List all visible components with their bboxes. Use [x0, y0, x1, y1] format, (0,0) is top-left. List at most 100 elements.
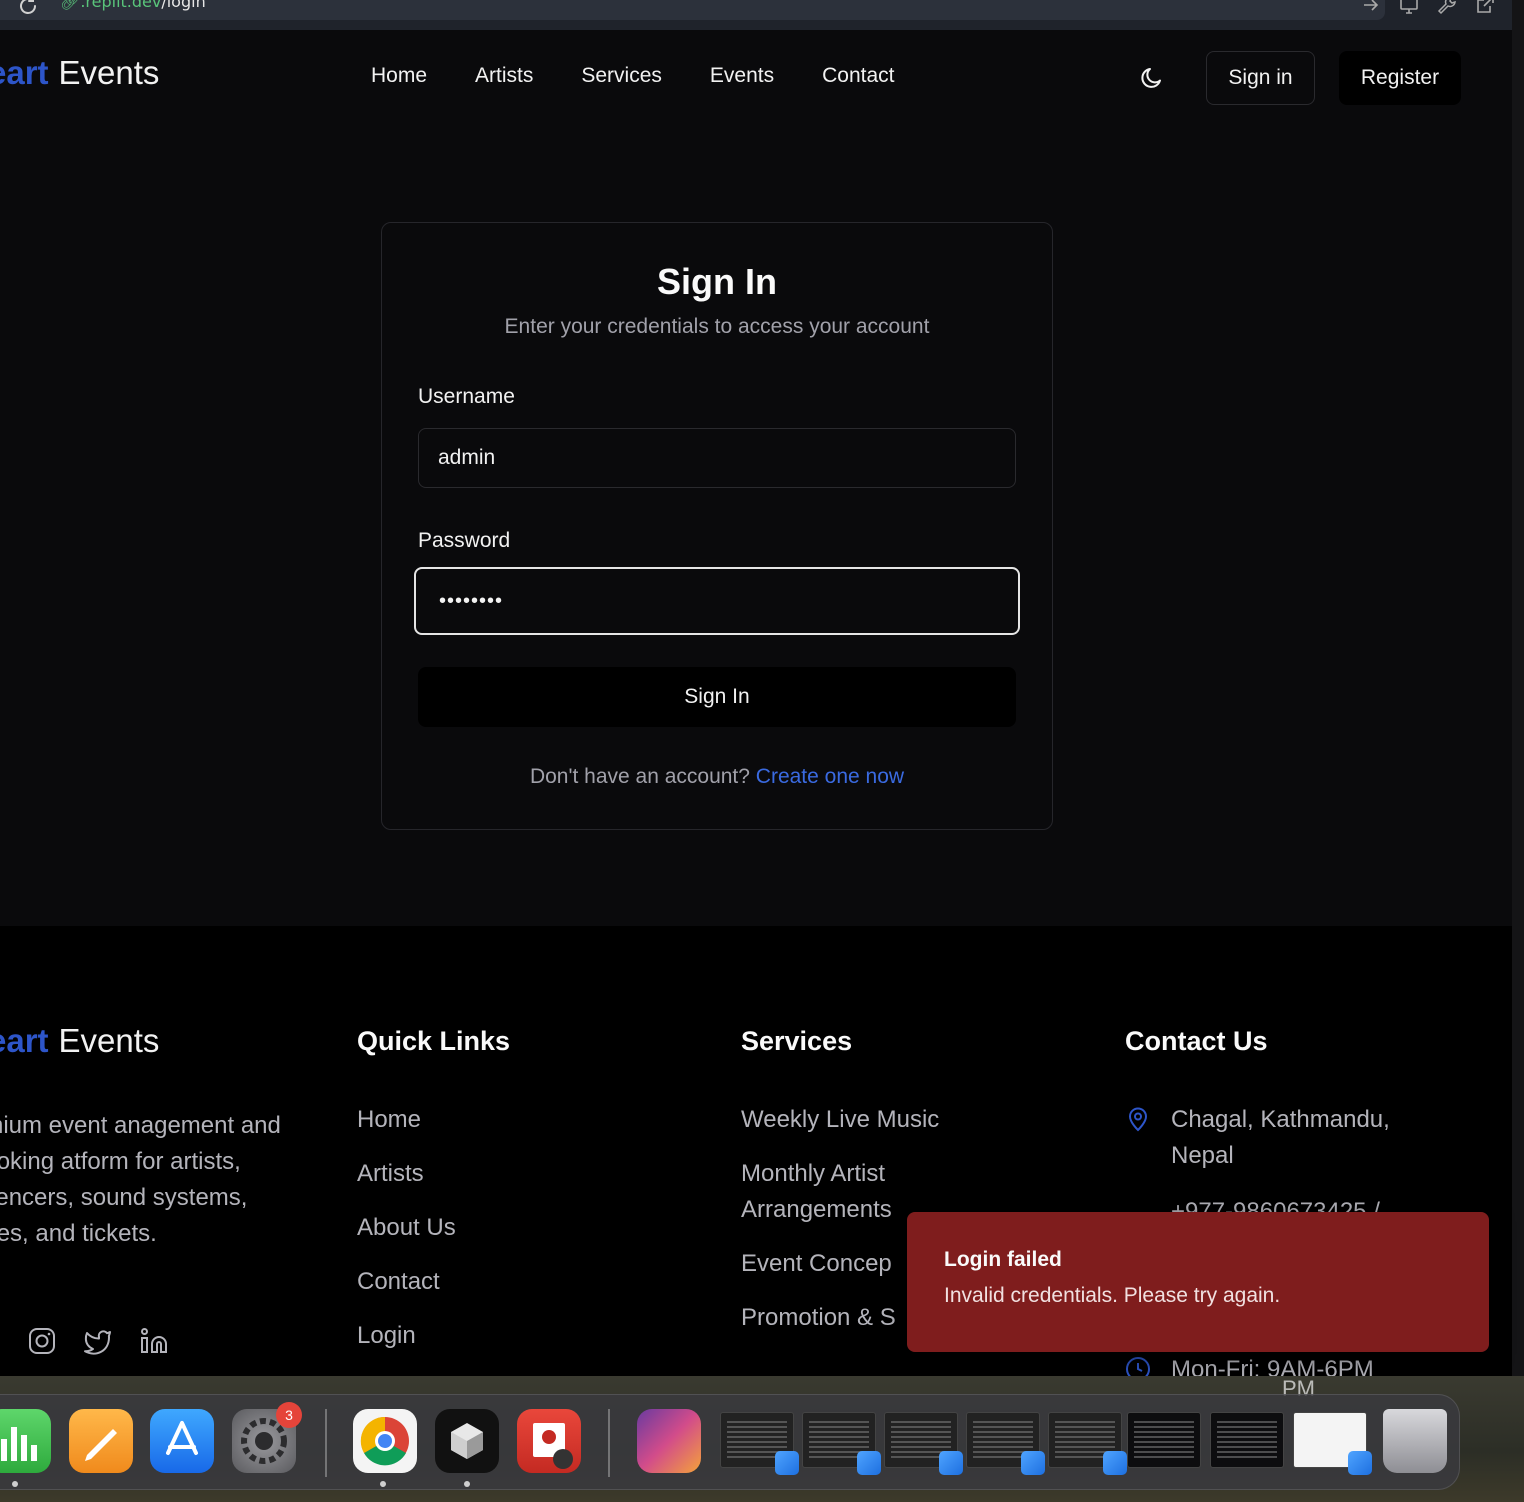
- photo-icon: [533, 1423, 573, 1469]
- footer-link-artists[interactable]: Artists: [357, 1156, 456, 1192]
- password-input[interactable]: ••••••••: [414, 567, 1020, 635]
- chrome-icon: [360, 1416, 409, 1466]
- navbar: eartEvents Home Artists Services Events …: [0, 30, 1512, 126]
- quick-links-list: Home Artists About Us Contact Login: [357, 1102, 456, 1372]
- finder-icon: [1021, 1451, 1045, 1475]
- dock-separator: [325, 1409, 327, 1477]
- register-prompt-text: Don't have an account?: [529, 765, 750, 788]
- toast-title: Login failed: [944, 1248, 1062, 1271]
- window-thumbnail[interactable]: [1293, 1412, 1372, 1475]
- numbers-app-icon[interactable]: [0, 1409, 51, 1473]
- brand-logo[interactable]: eartEvents: [0, 54, 159, 92]
- quick-links-heading: Quick Links: [357, 1026, 511, 1056]
- footer-link-contact[interactable]: Contact: [357, 1264, 456, 1300]
- url-domain: .replit.dev: [80, 0, 162, 11]
- finder-icon: [1348, 1451, 1372, 1475]
- map-pin-icon: [1128, 1107, 1148, 1132]
- register-button[interactable]: Register: [1339, 51, 1461, 105]
- thumbnail-content: [1134, 1421, 1194, 1459]
- window-thumbnail[interactable]: [1127, 1412, 1201, 1468]
- window-thumbnail[interactable]: [802, 1412, 881, 1475]
- running-indicator: [380, 1481, 386, 1487]
- address-text: Chagal, Kathmandu, Nepal: [1171, 1106, 1390, 1169]
- notification-badge: 3: [276, 1402, 302, 1428]
- bar-chart-icon: [1, 1427, 37, 1461]
- sign-in-button[interactable]: Sign in: [1206, 51, 1315, 105]
- window-thumbnail[interactable]: [966, 1412, 1045, 1475]
- reload-icon[interactable]: [16, 0, 40, 18]
- wrench-icon[interactable]: [1436, 0, 1458, 16]
- pencil-icon: [85, 1429, 117, 1461]
- window-thumbnail[interactable]: [1210, 1412, 1284, 1468]
- finder-icon: [857, 1451, 881, 1475]
- social-links: [27, 1326, 169, 1356]
- browser-toolbar: 🔗︎.replit.dev/login: [0, 0, 1524, 30]
- window-thumbnail[interactable]: [884, 1412, 963, 1475]
- brand-name: Events: [58, 54, 160, 91]
- nav-link-artists[interactable]: Artists: [475, 64, 533, 88]
- nav-link-services[interactable]: Services: [581, 64, 662, 88]
- window-edge: [1512, 0, 1524, 1390]
- service-weekly-live-music[interactable]: Weekly Live Music: [741, 1102, 951, 1138]
- login-subtitle: Enter your credentials to access your ac…: [504, 315, 930, 338]
- url-path: /login: [161, 0, 206, 11]
- address-bar[interactable]: [0, 0, 1385, 20]
- hours-text: Mon-Fri: 9AM-6PM: [1171, 1356, 1374, 1376]
- footer-link-home[interactable]: Home: [357, 1102, 456, 1138]
- app-window: eartEvents Home Artists Services Events …: [0, 30, 1512, 1376]
- browser-tools: [1360, 0, 1496, 16]
- login-card: Sign In Enter your credentials to access…: [381, 222, 1053, 830]
- password-label: Password: [418, 529, 511, 552]
- create-account-link[interactable]: Create one now: [756, 765, 904, 788]
- link-icon: 🔗︎: [60, 0, 81, 11]
- clock-icon: [1126, 1357, 1150, 1376]
- twitter-icon[interactable]: [83, 1326, 113, 1356]
- external-link-icon[interactable]: [1474, 0, 1496, 16]
- chrome-app-icon[interactable]: [353, 1409, 417, 1473]
- nav-link-home[interactable]: Home: [371, 64, 427, 88]
- nav-links: Home Artists Services Events Contact: [371, 64, 894, 88]
- username-input[interactable]: admin: [418, 428, 1016, 488]
- window-thumbnail[interactable]: [720, 1412, 799, 1475]
- dock-separator: [608, 1409, 610, 1477]
- toast-message: Invalid credentials. Please try again.: [944, 1284, 1281, 1307]
- app-store-icon[interactable]: [150, 1409, 214, 1473]
- running-indicator: [464, 1481, 470, 1487]
- finder-icon: [939, 1451, 963, 1475]
- username-label: Username: [418, 385, 515, 408]
- nav-link-events[interactable]: Events: [710, 64, 774, 88]
- trash-icon[interactable]: [1383, 1409, 1447, 1473]
- register-prompt: Don't have an account? Create one now: [382, 765, 1052, 789]
- cube-app-icon[interactable]: [435, 1409, 499, 1473]
- photo-booth-icon[interactable]: [517, 1409, 581, 1473]
- finder-icon: [1103, 1451, 1127, 1475]
- moon-icon[interactable]: [1138, 64, 1166, 92]
- footer-brand-accent: eart: [0, 1022, 49, 1059]
- sign-in-submit-button[interactable]: Sign In: [418, 667, 1016, 727]
- footer-link-login[interactable]: Login: [357, 1318, 456, 1354]
- footer-link-about[interactable]: About Us: [357, 1210, 456, 1246]
- window-thumbnail[interactable]: [1048, 1412, 1127, 1475]
- brand-accent: eart: [0, 54, 49, 91]
- nav-link-contact[interactable]: Contact: [822, 64, 894, 88]
- monitor-icon[interactable]: [1398, 0, 1420, 16]
- finder-icon: [775, 1451, 799, 1475]
- contact-heading: Contact Us: [1125, 1026, 1268, 1056]
- thumbnail-content: [1217, 1421, 1277, 1459]
- document-thumbnail-icon[interactable]: [637, 1409, 701, 1473]
- linkedin-icon[interactable]: [139, 1326, 169, 1356]
- contact-address: Chagal, Kathmandu, Nepal: [1125, 1102, 1425, 1174]
- footer-description: emium event anagement and booking atform…: [0, 1112, 281, 1247]
- url-text[interactable]: 🔗︎.replit.dev/login: [60, 0, 206, 11]
- app-store-a-icon: [166, 1421, 198, 1455]
- services-heading: Services: [741, 1026, 853, 1056]
- pages-app-icon[interactable]: [69, 1409, 133, 1473]
- cube-icon: [451, 1423, 483, 1459]
- arrow-right-icon[interactable]: [1360, 0, 1382, 16]
- instagram-icon[interactable]: [27, 1326, 57, 1356]
- error-toast[interactable]: Login failed Invalid credentials. Please…: [907, 1212, 1489, 1352]
- footer-brand-logo[interactable]: eartEvents: [0, 1022, 159, 1060]
- contact-hours: Mon-Fri: 9AM-6PM: [1125, 1352, 1374, 1376]
- running-indicator: [12, 1481, 18, 1487]
- footer-brand-name: Events: [58, 1022, 160, 1059]
